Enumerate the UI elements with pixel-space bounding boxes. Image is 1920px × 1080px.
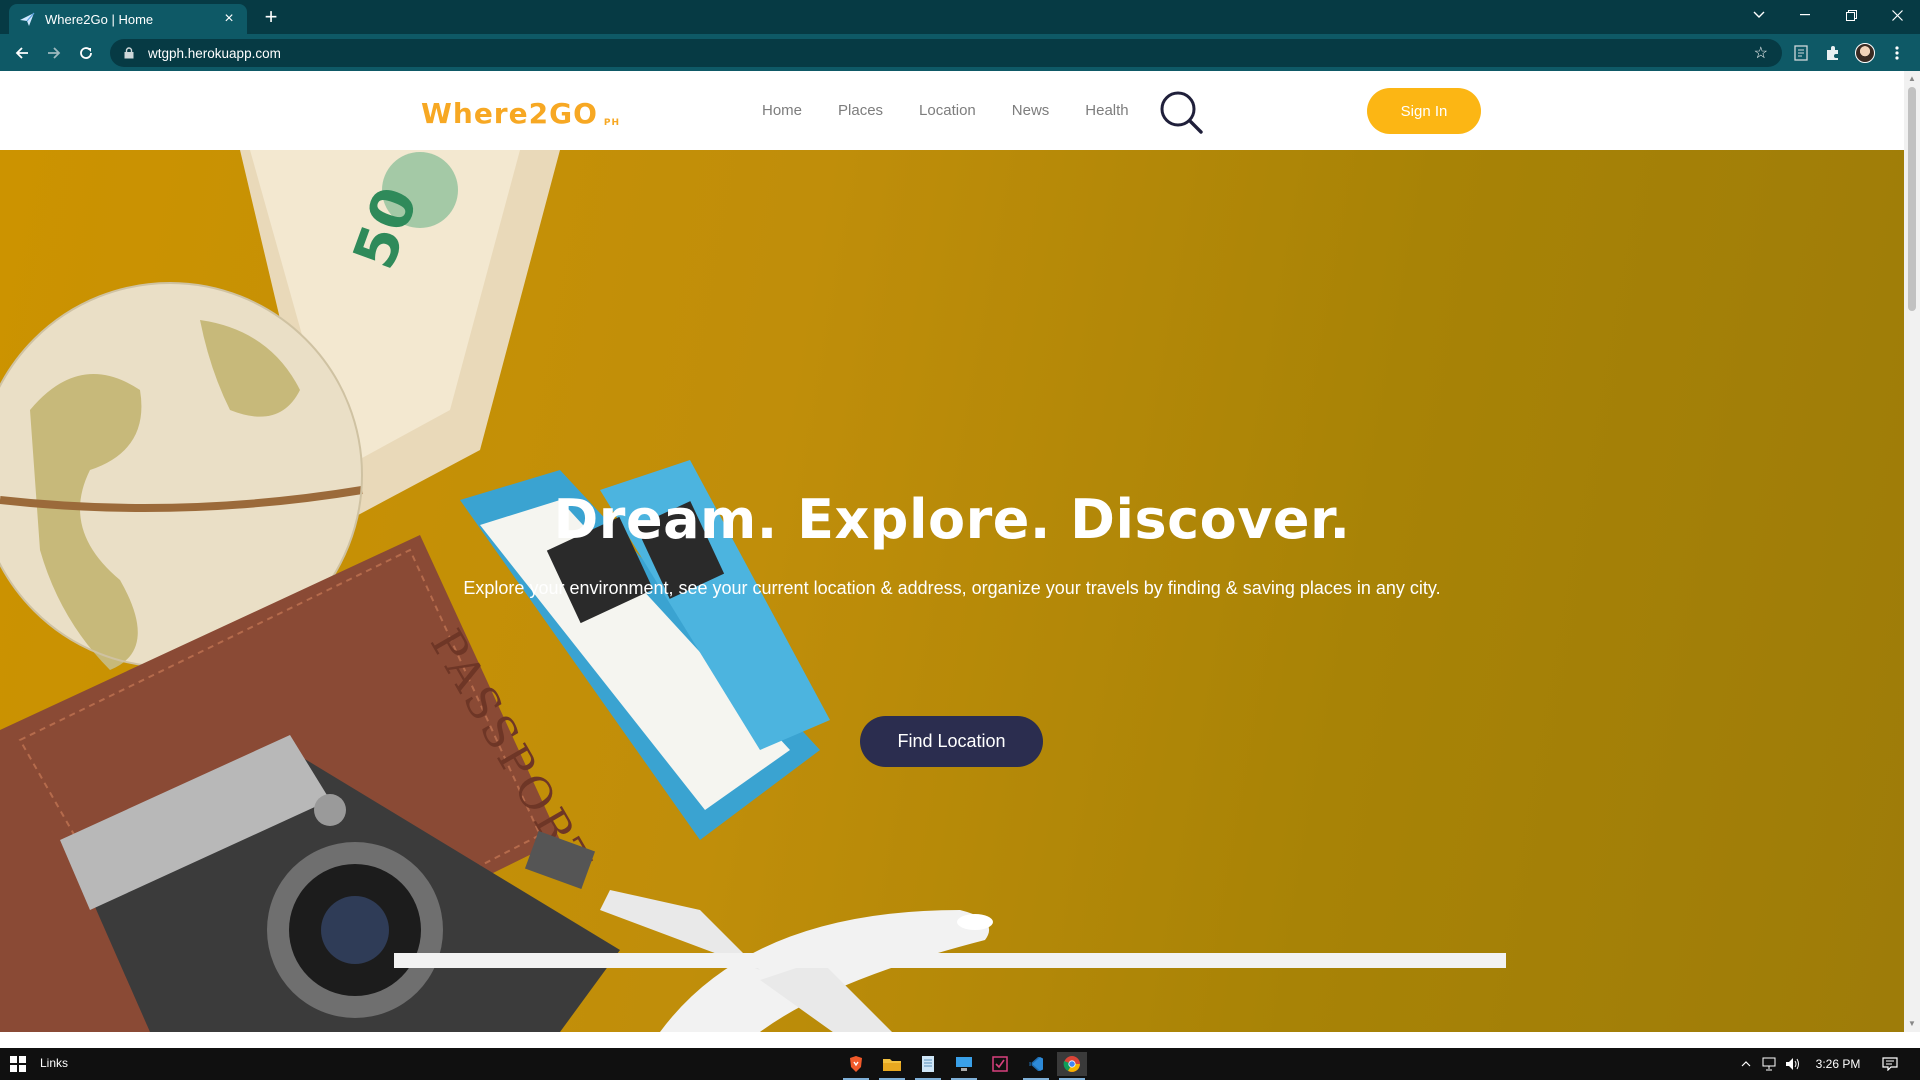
- clock-time[interactable]: 3:26 PM: [1808, 1048, 1868, 1080]
- browser-toolbar: wtgph.herokuapp.com ☆: [0, 34, 1920, 71]
- browser-tab[interactable]: Where2Go | Home ×: [9, 4, 247, 34]
- extensions-puzzle-icon[interactable]: [1822, 42, 1844, 64]
- notepad-icon[interactable]: [913, 1052, 943, 1080]
- windows-taskbar: Links 3:26 PM: [0, 1048, 1920, 1080]
- close-window-button[interactable]: [1874, 0, 1920, 30]
- tab-close-icon[interactable]: ×: [221, 10, 237, 28]
- address-bar[interactable]: wtgph.herokuapp.com ☆: [110, 39, 1782, 67]
- lock-icon: [124, 46, 138, 60]
- more-menu-icon[interactable]: [1886, 42, 1908, 64]
- main-nav: Home Places Location News Health: [762, 102, 1165, 119]
- tab-search-icon[interactable]: [1736, 0, 1782, 30]
- sign-in-button[interactable]: Sign In: [1367, 88, 1481, 134]
- new-tab-button[interactable]: +: [258, 4, 284, 30]
- nav-news[interactable]: News: [1012, 102, 1050, 119]
- find-location-button[interactable]: Find Location: [860, 716, 1043, 767]
- volume-icon[interactable]: [1782, 1048, 1804, 1080]
- forward-arrow-icon[interactable]: [42, 41, 66, 65]
- url-text: wtgph.herokuapp.com: [148, 45, 281, 61]
- next-section-edge: [394, 953, 1506, 968]
- logo-sub-text: PH: [603, 118, 621, 128]
- bookmark-star-icon[interactable]: ☆: [1754, 43, 1768, 63]
- chrome-icon[interactable]: [1057, 1052, 1087, 1080]
- site-header: Where2GO PH Home Places Location News He…: [0, 71, 1904, 150]
- nav-places[interactable]: Places: [838, 102, 883, 119]
- reading-list-icon[interactable]: [1790, 42, 1812, 64]
- checkbox-app-icon[interactable]: [985, 1052, 1015, 1076]
- vscode-icon[interactable]: [1021, 1052, 1051, 1080]
- windows-start-icon[interactable]: [0, 1048, 36, 1080]
- reload-icon[interactable]: [74, 41, 98, 65]
- nav-health[interactable]: Health: [1085, 102, 1128, 119]
- page-scrollbar[interactable]: ▲ ▼: [1904, 71, 1920, 1032]
- web-page: Where2GO PH Home Places Location News He…: [0, 71, 1904, 1032]
- nav-home[interactable]: Home: [762, 102, 802, 119]
- brave-browser-icon[interactable]: [841, 1052, 871, 1080]
- browser-tab-bar: Where2Go | Home × +: [0, 0, 1920, 34]
- tray-chevron-up-icon[interactable]: [1736, 1048, 1756, 1080]
- search-icon[interactable]: [1158, 89, 1204, 135]
- file-explorer-icon[interactable]: [877, 1052, 907, 1080]
- back-arrow-icon[interactable]: [10, 41, 34, 65]
- site-logo[interactable]: Where2GO PH: [421, 97, 620, 130]
- hero-subtitle: Explore your environment, see your curre…: [463, 578, 1441, 598]
- scrollbar-thumb[interactable]: [1908, 87, 1916, 311]
- scroll-down-icon[interactable]: ▼: [1904, 1016, 1920, 1032]
- network-icon[interactable]: [1758, 1048, 1780, 1080]
- hero-title: Dream. Explore. Discover.: [553, 488, 1351, 551]
- nav-location[interactable]: Location: [919, 102, 976, 119]
- tab-title: Where2Go | Home: [45, 11, 154, 27]
- logo-main-text: Where2GO: [421, 97, 598, 130]
- restore-button[interactable]: [1828, 0, 1874, 30]
- profile-avatar[interactable]: [1854, 42, 1876, 64]
- plane-favicon-icon: [19, 11, 35, 27]
- remote-desktop-icon[interactable]: [949, 1052, 979, 1080]
- hero-section: 50 PASSPORT Dream. Explore. Discover. Ex…: [0, 150, 1904, 1032]
- minimize-button[interactable]: [1782, 0, 1828, 30]
- notification-center-icon[interactable]: [1872, 1048, 1908, 1080]
- scroll-up-icon[interactable]: ▲: [1904, 71, 1920, 87]
- links-toolbar-label[interactable]: Links: [40, 1056, 68, 1070]
